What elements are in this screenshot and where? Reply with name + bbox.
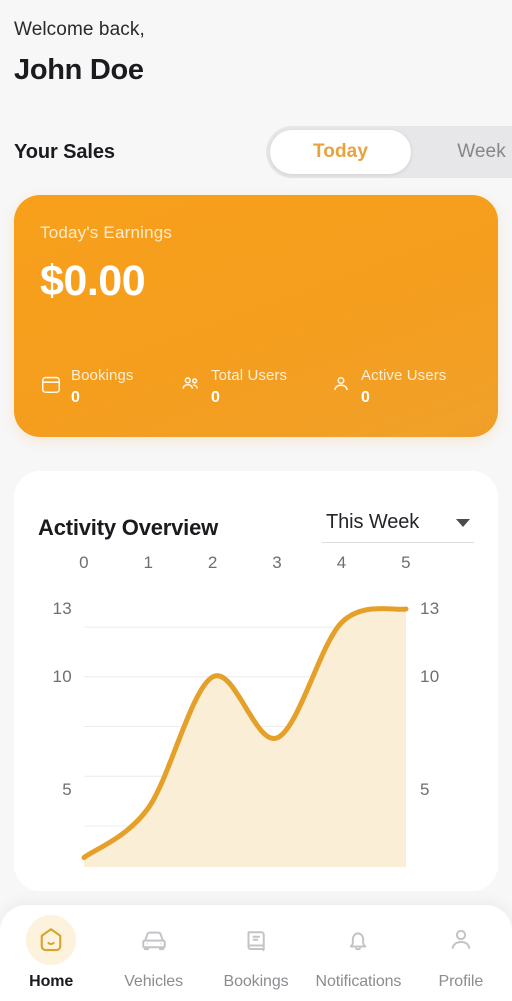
stat-bookings: Bookings 0 <box>40 365 180 409</box>
stat-label: Active Users <box>361 367 447 385</box>
chart-y-tick-left: 5 <box>62 780 72 800</box>
user-icon <box>330 373 352 395</box>
users-group-icon <box>180 373 202 395</box>
stat-text: Bookings 0 <box>71 365 134 409</box>
nav-item-vehicles[interactable]: Vehicles <box>102 915 204 991</box>
nav-label: Bookings <box>223 973 289 990</box>
welcome-text: Welcome back, <box>14 19 145 40</box>
book-icon <box>231 915 281 965</box>
nav-item-bookings[interactable]: Bookings <box>205 915 307 991</box>
stat-label: Bookings <box>71 367 134 385</box>
activity-title: Activity Overview <box>38 515 219 541</box>
stat-label: Total Users <box>211 367 288 385</box>
person-icon <box>436 915 486 965</box>
activity-header: Activity Overview This Week <box>14 511 498 544</box>
bell-icon <box>333 915 383 965</box>
stat-value: 0 <box>211 389 220 407</box>
earnings-label: Today's Earnings <box>40 223 173 243</box>
chart-x-tick: 5 <box>401 553 411 573</box>
stat-value: 0 <box>361 389 370 407</box>
earnings-stats: Bookings 0 Total Users 0 Active Users 0 <box>40 365 472 415</box>
home-icon <box>26 915 77 965</box>
stat-text: Total Users 0 <box>211 365 287 409</box>
stat-total-users: Total Users 0 <box>180 365 330 409</box>
chart-y-tick-right: 10 <box>420 667 440 687</box>
earnings-value: $0.00 <box>40 257 146 306</box>
toggle-option-today[interactable]: Today <box>270 130 411 175</box>
chart-x-tick: 1 <box>143 553 154 573</box>
nav-label: Profile <box>438 973 484 990</box>
nav-label: Vehicles <box>124 973 183 990</box>
chart-y-tick-right: 13 <box>420 599 440 619</box>
sales-title: Your Sales <box>14 140 115 163</box>
bottom-navigation: Home Vehicles Bookings Notifications Pro… <box>0 905 512 1001</box>
nav-item-home[interactable]: Home <box>0 915 102 991</box>
user-name: John Doe <box>14 53 144 86</box>
chart-x-tick: 4 <box>336 553 347 573</box>
stat-active-users: Active Users 0 <box>330 365 472 409</box>
activity-overview-card: Activity Overview This Week 0 1 2 3 4 5 13 10 5 1… <box>14 471 498 892</box>
chart-y-tick-left: 10 <box>52 667 72 687</box>
car-icon <box>129 915 179 965</box>
nav-label: Notifications <box>315 973 402 990</box>
page-header: Welcome back, John Doe <box>0 0 512 87</box>
earnings-card: Today's Earnings $0.00 Bookings 0 Total … <box>14 195 498 438</box>
chart-y-tick-right: 5 <box>420 780 430 800</box>
chevron-down-icon <box>456 518 470 527</box>
period-toggle[interactable]: Today Week <box>266 126 512 179</box>
calendar-icon <box>40 373 62 395</box>
range-dropdown[interactable]: This Week <box>322 511 474 544</box>
sales-section-header: Your Sales Today Week <box>0 124 512 180</box>
stat-text: Active Users 0 <box>361 365 446 409</box>
chart-y-tick-left: 13 <box>52 599 72 619</box>
chart-x-tick: 3 <box>272 553 283 573</box>
chart-x-tick: 2 <box>207 553 218 573</box>
nav-label: Home <box>29 973 74 990</box>
stat-value: 0 <box>71 389 80 407</box>
nav-item-profile[interactable]: Profile <box>410 915 512 991</box>
activity-chart: 0 1 2 3 4 5 13 10 5 13 10 5 <box>14 553 498 868</box>
nav-item-notifications[interactable]: Notifications <box>307 915 409 991</box>
range-selected-label: This Week <box>326 511 420 534</box>
chart-x-tick: 0 <box>79 553 89 573</box>
toggle-option-week[interactable]: Week <box>411 130 512 174</box>
